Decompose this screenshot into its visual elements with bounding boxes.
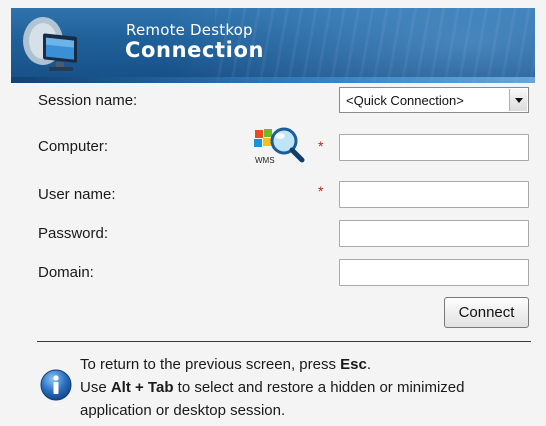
header-title-line2: Connection [125, 38, 265, 62]
info-line-1: To return to the previous screen, press … [80, 356, 372, 373]
user-name-label: User name: [38, 186, 116, 203]
esc-key-text: Esc [340, 356, 367, 373]
header-title-line1: Remote Destkop [126, 21, 253, 39]
wms-icon-text: WMS [255, 156, 275, 165]
password-label: Password: [38, 225, 109, 242]
user-name-required-mark: * [318, 183, 324, 199]
computer-input[interactable] [339, 134, 529, 161]
session-name-value: <Quick Connection> [346, 93, 464, 108]
alt-tab-key-text: Alt + Tab [110, 379, 174, 396]
session-name-select[interactable]: <Quick Connection> [339, 87, 529, 113]
computer-required-mark: * [318, 138, 324, 154]
user-name-input[interactable] [339, 181, 529, 208]
dialog-header: Remote Destkop Connection [11, 8, 535, 83]
connect-button[interactable]: Connect [444, 297, 529, 328]
info-line-3: application or desktop session. [80, 402, 286, 419]
divider [37, 341, 531, 342]
session-name-label: Session name: [38, 92, 138, 109]
password-input[interactable] [339, 220, 529, 247]
domain-input[interactable] [339, 259, 529, 286]
remote-desktop-monitor-icon [23, 17, 77, 71]
computer-label: Computer: [38, 138, 109, 155]
remote-desktop-dialog: Remote Destkop Connection Session name: … [0, 0, 546, 426]
domain-label: Domain: [38, 264, 94, 281]
chevron-down-icon[interactable] [509, 89, 527, 111]
header-wave [11, 77, 535, 83]
info-line-2: Use Alt + Tab to select and restore a hi… [80, 379, 465, 396]
wms-search-icon[interactable]: WMS [249, 124, 309, 170]
info-icon [40, 369, 72, 401]
